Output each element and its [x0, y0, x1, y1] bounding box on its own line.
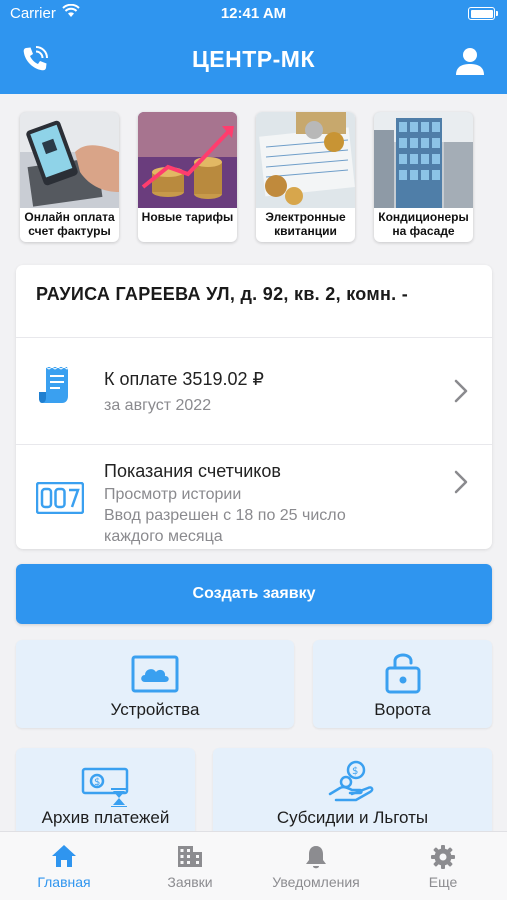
money-archive-icon: $ [81, 765, 131, 812]
building-icon [177, 844, 203, 873]
user-icon[interactable] [455, 46, 485, 76]
news-caption: Кондиционеры на фасаде [378, 210, 469, 238]
news-image-building [374, 112, 473, 208]
gear-icon [430, 844, 456, 875]
tab-requests[interactable]: Заявки [127, 832, 253, 900]
meters-title: Показания счетчиков [104, 461, 281, 481]
meters-history: Просмотр истории [104, 486, 242, 503]
tab-label: Главная [37, 874, 91, 890]
cloud-icon [131, 655, 179, 698]
top-bar: Carrier 12:41 AM ЦЕНТР-МК [0, 0, 507, 94]
payment-amount: К оплате 3519.02 ₽ [104, 369, 264, 389]
tile-label: Ворота [374, 700, 431, 719]
news-image-coins-chart [138, 112, 237, 208]
create-request-button[interactable]: Создать заявку [16, 564, 492, 624]
lock-icon [385, 650, 421, 699]
app-title: ЦЕНТР-МК [192, 46, 315, 72]
payment-row[interactable]: К оплате 3519.02 ₽ за август 2022 [16, 338, 492, 444]
status-time: 12:41 AM [220, 5, 287, 22]
meter-icon [35, 481, 85, 519]
news-caption: Новые тарифы [141, 210, 234, 224]
tab-label: Еще [428, 874, 458, 890]
news-card-air-conditioners[interactable]: Кондиционеры на фасаде [374, 112, 473, 242]
status-bar: Carrier 12:41 AM [0, 0, 507, 28]
news-caption: Электронные квитанции [265, 210, 346, 238]
meters-input-window-cont: каждого месяца [104, 528, 223, 545]
tile-payment-archive[interactable]: $ Архив платежей [16, 748, 195, 836]
tab-bar: Главная Заявки Уведомления Еще [0, 831, 507, 900]
tile-label: Архив платежей [41, 808, 170, 827]
tab-more[interactable]: Еще [380, 832, 506, 900]
news-caption: Онлайн оплата счет фактуры [24, 210, 115, 238]
news-image-phone-payment [20, 112, 119, 208]
hand-coins-icon: $ [328, 760, 378, 809]
meters-row[interactable]: Показания счетчиков Просмотр истории Вво… [16, 445, 492, 549]
tab-label: Заявки [167, 874, 213, 890]
receipt-icon [38, 366, 72, 409]
news-carousel: Онлайн оплата счет фактуры Новые тарифы [20, 112, 490, 242]
home-icon [51, 844, 77, 873]
tile-gates[interactable]: Ворота [313, 640, 492, 728]
svg-text:$: $ [94, 777, 100, 788]
tile-label: Субсидии и Льготы [276, 808, 429, 827]
news-image-bills-coins [256, 112, 355, 208]
chevron-right-icon [454, 379, 468, 403]
chevron-right-icon [454, 470, 468, 494]
battery-icon [468, 7, 498, 20]
meters-input-window: Ввод разрешен с 18 по 25 число [104, 507, 346, 524]
svg-text:$: $ [352, 766, 358, 777]
tab-label: Уведомления [272, 874, 360, 890]
tile-label: Устройства [110, 700, 200, 719]
tile-subsidies[interactable]: $ Субсидии и Льготы [213, 748, 492, 836]
news-card-new-tariffs[interactable]: Новые тарифы [138, 112, 237, 242]
tab-notifications[interactable]: Уведомления [253, 832, 379, 900]
tab-home[interactable]: Главная [1, 832, 127, 900]
news-card-electronic-receipts[interactable]: Электронные квитанции [256, 112, 355, 242]
news-card-online-payment[interactable]: Онлайн оплата счет фактуры [20, 112, 119, 242]
account-address: РАУИСА ГАРЕЕВА УЛ, д. 92, кв. 2, комн. - [36, 284, 409, 304]
tile-devices[interactable]: Устройства [16, 640, 294, 728]
account-card: РАУИСА ГАРЕЕВА УЛ, д. 92, кв. 2, комн. -… [16, 265, 492, 549]
bell-icon [304, 844, 328, 875]
payment-period: за август 2022 [104, 397, 212, 414]
